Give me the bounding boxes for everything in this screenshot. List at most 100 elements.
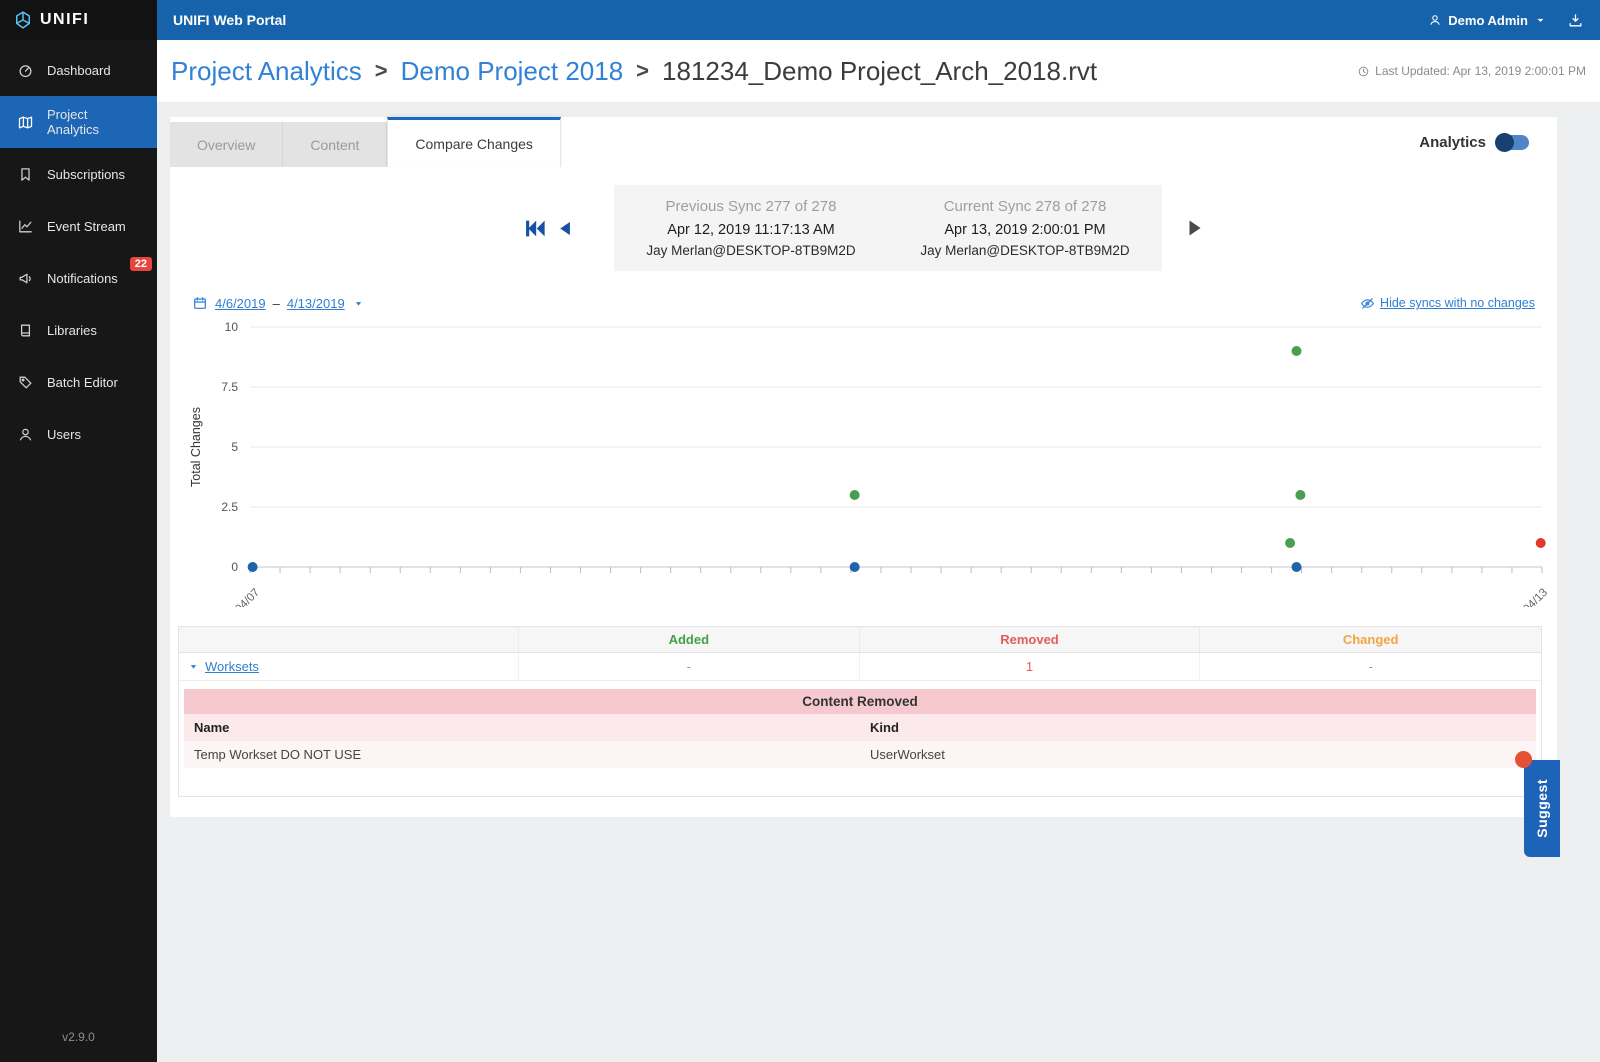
- tab-overview[interactable]: Overview: [170, 122, 284, 167]
- worksets-link[interactable]: Worksets: [205, 659, 259, 674]
- header-removed: Removed: [860, 627, 1201, 652]
- calendar-icon: [192, 295, 208, 311]
- last-updated: Last Updated: Apr 13, 2019 2:00:01 PM: [1357, 64, 1586, 78]
- first-sync-button[interactable]: [521, 215, 548, 242]
- sidebar-item-label: Libraries: [47, 322, 97, 338]
- current-sync-date: Apr 13, 2019 2:00:01 PM: [944, 222, 1106, 238]
- next-sync-button[interactable]: [1182, 216, 1206, 240]
- breadcrumb-item-project-analytics[interactable]: Project Analytics: [171, 56, 362, 87]
- data-point-green[interactable]: [1291, 346, 1302, 356]
- previous-sync-title: Previous Sync 277 of 278: [665, 198, 837, 215]
- sidebar-item-batch-editor[interactable]: Batch Editor: [0, 356, 157, 408]
- previous-sync-user: Jay Merlan@DESKTOP-8TB9M2D: [646, 243, 856, 258]
- svg-text:04/13: 04/13: [1521, 587, 1550, 607]
- breadcrumb-separator: >: [374, 58, 388, 83]
- tab-compare-changes[interactable]: Compare Changes: [387, 117, 561, 167]
- date-range-start[interactable]: 4/6/2019: [215, 296, 266, 311]
- hide-syncs-text: Hide syncs with no changes: [1380, 296, 1535, 310]
- data-point-blue[interactable]: [849, 562, 860, 572]
- notification-count-badge: 22: [129, 257, 152, 271]
- sidebar-item-libraries[interactable]: Libraries: [0, 304, 157, 356]
- content-removed-detail: Content Removed Name Kind Temp Workset D…: [184, 689, 1536, 768]
- data-point-green[interactable]: [849, 490, 860, 500]
- download-icon[interactable]: [1567, 12, 1584, 29]
- chart-line-icon: [19, 220, 32, 232]
- sidebar-item-subscriptions[interactable]: Subscriptions: [0, 148, 157, 200]
- detail-header-name: Name: [194, 720, 230, 735]
- worksets-expand-caret-icon[interactable]: [187, 660, 200, 673]
- dashboard-icon: [19, 64, 32, 77]
- sidebar-item-label: Dashboard: [47, 62, 111, 78]
- svg-text:2.5: 2.5: [221, 500, 238, 514]
- svg-text:5: 5: [231, 440, 238, 454]
- sidebar-item-label: Batch Editor: [47, 374, 118, 390]
- suggest-label: Suggest: [1534, 779, 1550, 838]
- unifi-logo-icon: [13, 10, 33, 30]
- sidebar-item-notifications[interactable]: Notifications 22: [0, 252, 157, 304]
- svg-text:10: 10: [225, 320, 239, 334]
- app-version: v2.9.0: [62, 1030, 95, 1044]
- previous-sync-button[interactable]: [555, 218, 576, 239]
- detail-row: Temp Workset DO NOT USE UserWorkset: [184, 741, 1536, 768]
- breadcrumb: Project Analytics > Demo Project 2018 >1812…: [171, 56, 1097, 87]
- header-added: Added: [519, 627, 860, 652]
- current-sync-user: Jay Merlan@DESKTOP-8TB9M2D: [920, 243, 1130, 258]
- suggest-button[interactable]: Suggest: [1515, 751, 1560, 857]
- main-content: Project Analytics > Demo Project 2018 >1812…: [157, 40, 1600, 1062]
- user-icon: [1428, 13, 1442, 27]
- data-point-blue[interactable]: [1291, 562, 1302, 572]
- breadcrumb-separator: >: [636, 58, 650, 83]
- changes-table: Added Removed Changed Worksets - 1 - Con…: [178, 626, 1542, 797]
- toggle-knob: [1495, 132, 1514, 152]
- sidebar-item-event-stream[interactable]: Event Stream: [0, 200, 157, 252]
- suggest-notification-dot: [1515, 751, 1532, 768]
- content-area: Overview Content Compare Changes Analytics: [157, 102, 1600, 1062]
- svg-text:Total Changes: Total Changes: [189, 407, 203, 487]
- clock-icon: [1357, 65, 1370, 78]
- user-icon: [19, 428, 32, 440]
- sync-navigator: Previous Sync 277 of 278 Apr 12, 2019 11…: [170, 185, 1557, 271]
- breadcrumb-item-181234-demo-project-arch-2018-rvt: 181234_Demo Project_Arch_2018.rvt: [662, 55, 1098, 86]
- sync-info-box: Previous Sync 277 of 278 Apr 12, 2019 11…: [614, 185, 1162, 271]
- date-range-caret-icon[interactable]: [352, 297, 365, 310]
- user-name: Demo Admin: [1448, 12, 1528, 28]
- detail-cell-name: Temp Workset DO NOT USE: [194, 747, 362, 762]
- user-menu[interactable]: Demo Admin: [1428, 13, 1547, 28]
- sidebar: Dashboard Project Analytics Subscriptions E…: [0, 40, 157, 1062]
- app-root: UNIFI UNIFI Web Portal Demo Admin Dashbo…: [0, 0, 1600, 1062]
- map-icon: [18, 116, 33, 128]
- last-updated-text: Last Updated: Apr 13, 2019 2:00:01 PM: [1375, 64, 1586, 78]
- header-category: [179, 627, 519, 652]
- detail-header-kind: Kind: [870, 720, 899, 735]
- tab-content[interactable]: Content: [283, 122, 388, 167]
- total-changes-chart: 0 2.5 5 7.5 10 04/07 04/13 Total Changes: [189, 320, 1550, 615]
- sidebar-item-label: Notifications: [47, 270, 118, 286]
- data-point-green[interactable]: [1295, 490, 1306, 500]
- data-point-red[interactable]: [1535, 538, 1546, 548]
- data-point-blue[interactable]: [247, 562, 258, 572]
- date-range-separator: –: [272, 295, 280, 311]
- current-sync-title: Current Sync 278 of 278: [943, 198, 1107, 215]
- detail-header-row: Name Kind: [184, 714, 1536, 741]
- app-title: UNIFI Web Portal: [173, 12, 287, 28]
- breadcrumb-item-demo-project-2018[interactable]: Demo Project 2018: [401, 56, 624, 87]
- data-point-green[interactable]: [1285, 538, 1296, 548]
- sidebar-item-users[interactable]: Users: [0, 408, 157, 460]
- bookmark-icon: [21, 167, 30, 181]
- sidebar-item-label: Event Stream: [47, 218, 126, 234]
- brand-logo: UNIFI: [0, 0, 157, 40]
- topbar: UNIFI Web Portal Demo Admin: [157, 0, 1600, 40]
- date-range-row: 4/6/2019 – 4/13/2019 Hide syncs with no …: [170, 295, 1557, 311]
- table-row-worksets: Worksets - 1 -: [179, 653, 1541, 681]
- hide-syncs-link[interactable]: Hide syncs with no changes: [1360, 296, 1535, 311]
- sidebar-item-project-analytics[interactable]: Project Analytics: [0, 96, 157, 148]
- date-range-end[interactable]: 4/13/2019: [287, 296, 345, 311]
- detail-cell-kind: UserWorkset: [870, 747, 945, 762]
- sidebar-item-label: Subscriptions: [47, 166, 126, 182]
- sidebar-item-dashboard[interactable]: Dashboard: [0, 44, 157, 96]
- eye-slash-icon: [1360, 296, 1375, 311]
- brand-text: UNIFI: [40, 11, 90, 28]
- sidebar-item-label: Project Analytics: [47, 107, 100, 137]
- analytics-toggle[interactable]: [1495, 132, 1529, 152]
- chart-container: 0 2.5 5 7.5 10 04/07 04/13 Total Changes: [170, 315, 1557, 615]
